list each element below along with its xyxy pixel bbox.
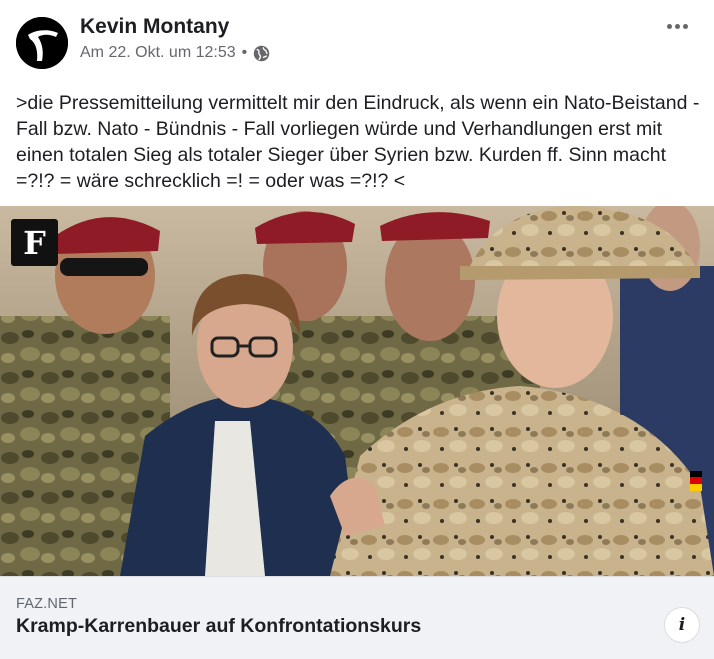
dot [666,23,672,29]
post-text: >die Pressemitteilung vermittelt mir den… [16,92,705,192]
globe-icon[interactable] [253,45,270,62]
link-domain: FAZ.NET [16,596,78,612]
link-preview-image[interactable]: F [0,206,714,576]
dot [682,23,688,29]
article-photo: F [0,206,714,576]
avatar-logo-icon [16,17,68,69]
faz-badge: F [11,219,58,266]
post-meta: Am 22. Okt. um 12:53 • [80,44,270,62]
info-icon[interactable]: i [664,607,700,643]
meta-separator: • [241,44,248,61]
link-preview-footer[interactable]: FAZ.NET Kramp-Karrenbauer auf Konfrontat… [0,576,714,659]
dot [674,23,680,29]
more-options-icon[interactable] [662,14,692,38]
faz-badge-letter: F [23,224,46,262]
author-avatar[interactable] [16,17,68,69]
link-title[interactable]: Kramp-Karrenbauer auf Konfrontationskurs [16,615,421,638]
author-name[interactable]: Kevin Montany [80,15,229,39]
post-header: Kevin Montany Am 22. Okt. um 12:53 • [0,0,714,80]
post-timestamp[interactable]: Am 22. Okt. um 12:53 [80,44,236,62]
